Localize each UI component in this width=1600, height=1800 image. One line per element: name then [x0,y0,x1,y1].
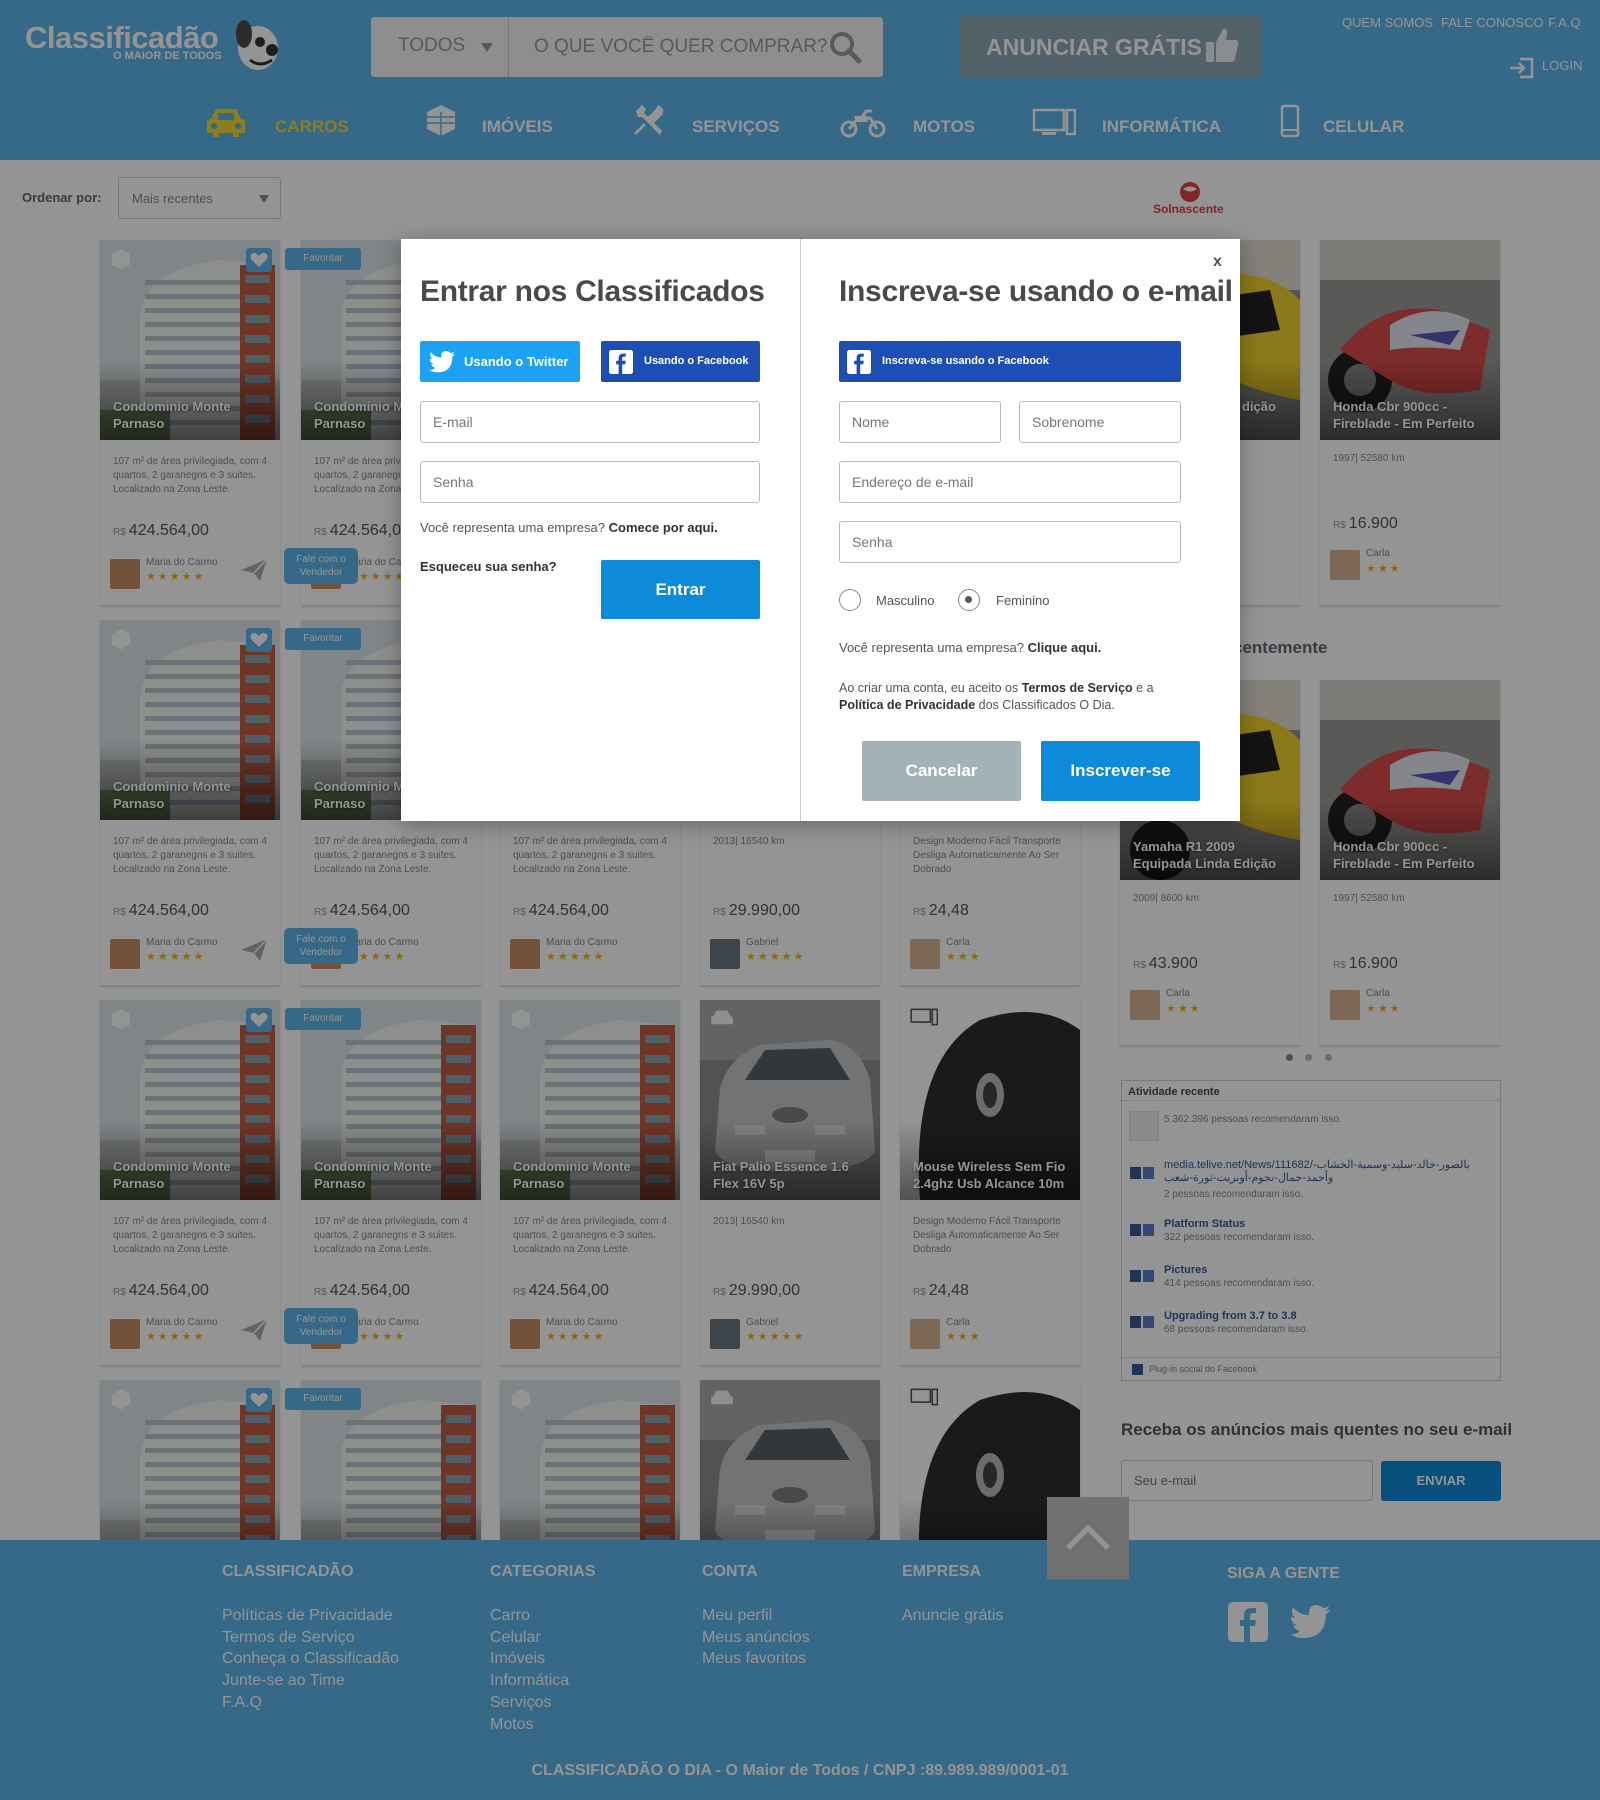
twitter-login-label: Usando o Twitter [464,354,569,369]
company-prompt-text: Você representa uma empresa? [839,640,1024,655]
gender-male-label: Masculino [876,593,935,608]
login-title: Entrar nos Classificados [420,275,765,308]
twitter-icon [429,351,455,373]
first-name-input[interactable] [839,401,1001,443]
modal-divider [800,239,801,821]
company-prompt: Você representa uma empresa? Comece por … [420,520,718,535]
forgot-password-link[interactable]: Esqueceu sua senha? [420,559,557,574]
gender-female-radio[interactable] [958,589,980,611]
login-email-input[interactable] [420,401,760,443]
cancel-button[interactable]: Cancelar [862,741,1021,801]
facebook-login-button[interactable]: Usando o Facebook [601,341,760,382]
facebook-signup-label: Inscreva-se usando o Facebook [882,355,1049,367]
signup-submit-button[interactable]: Inscrever-se [1041,741,1200,801]
login-signup-modal: x Entrar nos Classificados Usando o Twit… [401,239,1240,821]
terms-notice: Ao criar uma conta, eu aceito os Termos … [839,680,1169,714]
terms-text: Ao criar uma conta, eu aceito os [839,681,1019,695]
privacy-policy-link[interactable]: Política de Privacidade [839,698,975,712]
signup-title: Inscreva-se usando o e-mail [839,275,1233,308]
terms-text: dos Classificados O Dia. [978,698,1115,712]
gender-male-radio[interactable] [839,589,861,611]
login-password-input[interactable] [420,461,760,503]
company-prompt-text: Você representa uma empresa? [420,520,605,535]
facebook-signup-button[interactable]: Inscreva-se usando o Facebook [839,341,1181,382]
close-button[interactable]: x [1213,253,1222,271]
company-link[interactable]: Comece por aqui. [609,520,718,535]
company-prompt: Você representa uma empresa? Clique aqui… [839,640,1101,655]
gender-female-label: Feminino [996,593,1050,608]
signup-email-input[interactable] [839,461,1181,503]
company-link[interactable]: Clique aqui. [1028,640,1102,655]
twitter-login-button[interactable]: Usando o Twitter [420,341,580,382]
login-submit-button[interactable]: Entrar [601,560,760,619]
signup-password-input[interactable] [839,521,1181,563]
facebook-login-label: Usando o Facebook [644,355,749,367]
facebook-icon [847,350,871,374]
terms-of-service-link[interactable]: Termos de Serviço [1022,681,1133,695]
last-name-input[interactable] [1019,401,1181,443]
facebook-icon [609,350,633,374]
terms-text: e a [1136,681,1154,695]
